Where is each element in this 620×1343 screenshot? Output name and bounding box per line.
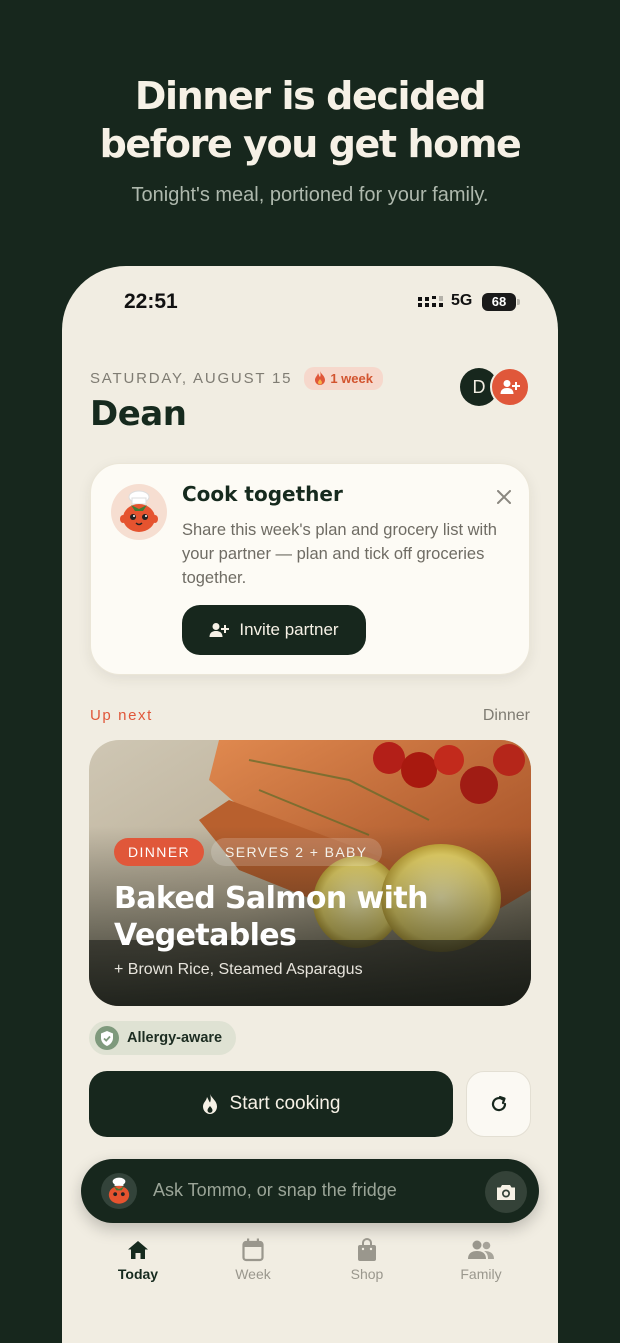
invite-partner-label: Invite partner — [239, 620, 339, 639]
close-button[interactable] — [493, 486, 515, 508]
promo-subhead: Tonight's meal, portioned for your famil… — [131, 184, 489, 206]
tab-week[interactable]: Week — [213, 1234, 293, 1282]
start-cooking-label: Start cooking — [229, 1093, 341, 1114]
flame-icon — [315, 371, 326, 385]
tab-today[interactable]: Today — [98, 1234, 178, 1282]
status-time: 22:51 — [124, 290, 178, 313]
tomato-chef-icon — [108, 1177, 130, 1204]
battery-level: 68 — [491, 294, 507, 309]
battery-tip — [517, 299, 520, 305]
tab-family[interactable]: Family — [441, 1234, 521, 1282]
tab-family-label: Family — [460, 1266, 502, 1282]
tab-week-label: Week — [235, 1266, 271, 1282]
invite-partner-button[interactable]: Invite partner — [182, 605, 366, 655]
camera-button[interactable] — [485, 1171, 527, 1213]
home-icon — [128, 1241, 148, 1259]
serves-pill: SERVES 2 + BABY — [211, 838, 382, 866]
calendar-icon — [242, 1238, 264, 1262]
phone-screen: 22:51 5G 68 SATURDAY, AUGUST 15 1 week D… — [62, 266, 558, 1343]
mascot-avatar — [101, 1173, 137, 1209]
tab-shop-label: Shop — [350, 1266, 384, 1282]
assistant-input[interactable]: Ask Tommo, or snap the fridge — [153, 1180, 397, 1201]
mascot-avatar — [111, 484, 167, 540]
start-cooking-button[interactable]: Start cooking — [89, 1071, 453, 1137]
battery-icon: 68 — [482, 293, 516, 311]
tab-today-label: Today — [117, 1266, 159, 1282]
swap-meal-button[interactable] — [466, 1071, 531, 1137]
allergy-badge: Allergy-aware — [89, 1021, 237, 1055]
signal-icon — [418, 296, 443, 307]
flame-icon — [202, 1094, 217, 1114]
meal-title: Baked Salmon with Vegetables — [114, 881, 428, 953]
tomato-chef-icon — [120, 490, 158, 532]
date-row: SATURDAY, AUGUST 15 1 week — [90, 366, 383, 390]
network-label: 5G — [451, 292, 473, 309]
add-partner-button[interactable] — [490, 367, 530, 407]
invite-card: Cook together Share this week's plan and… — [90, 463, 530, 675]
assistant-bar[interactable]: Ask Tommo, or snap the fridge — [81, 1159, 539, 1223]
add-person-icon — [500, 380, 520, 394]
shield-check-icon — [95, 1026, 119, 1050]
meal-type-pill: DINNER — [114, 838, 205, 866]
tab-bar: Today Week Shop Family — [62, 1234, 558, 1294]
close-icon — [497, 490, 511, 504]
status-bar: 22:51 5G 68 — [62, 290, 558, 314]
up-next-label: Up next — [90, 707, 153, 724]
user-name: Dean — [90, 394, 187, 434]
add-person-icon — [209, 623, 230, 637]
streak-badge: 1 week — [304, 366, 383, 390]
streak-label: 1 week — [330, 370, 373, 386]
promo-headline-line2: before you get home — [99, 122, 522, 166]
promo-headline: Dinner is decided before you get home — [0, 72, 620, 168]
bag-icon — [358, 1238, 376, 1261]
invite-card-title: Cook together — [182, 482, 343, 506]
people-icon — [468, 1240, 494, 1259]
camera-icon — [497, 1184, 515, 1200]
meal-type-label: Dinner — [482, 707, 530, 724]
tab-shop[interactable]: Shop — [327, 1234, 407, 1282]
meal-sides: + Brown Rice, Steamed Asparagus — [114, 961, 363, 978]
promo-headline-line1: Dinner is decided — [134, 74, 487, 118]
invite-card-body: Share this week's plan and grocery list … — [182, 521, 497, 587]
refresh-icon — [491, 1095, 506, 1112]
allergy-label: Allergy-aware — [127, 1030, 223, 1046]
date-label: SATURDAY, AUGUST 15 — [90, 369, 293, 387]
meal-hero-card[interactable]: DINNER SERVES 2 + BABY Baked Salmon with… — [89, 740, 531, 1006]
